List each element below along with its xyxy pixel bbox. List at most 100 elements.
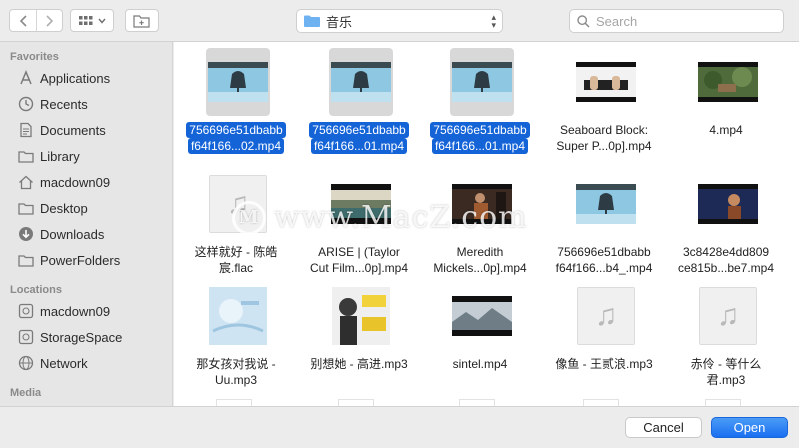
sidebar-item-macdown09-disk[interactable]: macdown09 [0,298,172,324]
file-name-line: Seaboard Block: [559,123,649,137]
file-item[interactable]: ARISE | (Taylor Cut Film...0p].mp4 [299,166,419,286]
back-button[interactable] [10,10,36,31]
locations-heading: Locations [10,284,62,296]
chevron-right-icon [46,14,54,27]
search-field[interactable] [569,9,784,33]
sidebar-item-label: PowerFolders [40,252,121,268]
file-thumbnail [450,48,514,116]
sidebar-item-documents[interactable]: Documents [0,117,172,143]
sidebar-item-label: Desktop [40,200,88,216]
file-name-line: 756696e51dbabb [557,245,651,259]
file-item[interactable]: Seaboard Block: Super P...0p].mp4 [544,44,664,164]
file-thumbnail: ♫ [574,282,638,350]
sidebar-item-downloads[interactable]: Downloads [0,221,172,247]
file-name-line: Cut Film...0p].mp4 [309,261,409,275]
file-name: Seaboard Block: Super P...0p].mp4 [546,122,662,154]
file-item[interactable]: 3c8428e4dd809 ce815b...be7.mp4 [666,166,786,286]
sidebar-item-desktop[interactable]: Desktop [0,195,172,221]
file-item[interactable]: ♫ 这样就好 - 陈皓 宸.flac [176,166,296,286]
folder-icon [17,251,35,269]
document-icon [17,121,35,139]
sidebar-item-home[interactable]: macdown09 [0,169,172,195]
location-popup[interactable]: 音乐 ▴ ▾ [296,9,503,33]
file-thumbnail [574,170,638,238]
disk-icon [17,302,35,320]
sidebar-item-label: Network [40,355,88,371]
video-thumbnail-icon [208,62,268,102]
sidebar-item-label: Recents [40,96,88,112]
footer-bar: Cancel Open [0,406,799,448]
sidebar-item-label: Library [40,148,80,164]
cancel-button[interactable]: Cancel [625,417,702,438]
file-item[interactable]: 756696e51dbabb f64f166...01.mp4 [420,44,540,164]
file-name-line: 这样就好 - 陈皓 [194,245,278,259]
sidebar-item-powerfolders[interactable]: PowerFolders [0,247,172,273]
file-name: 4.mp4 [668,122,784,138]
file-item[interactable]: Meredith Mickels...0p].mp4 [420,166,540,286]
desktop-icon [17,199,35,217]
search-input[interactable] [596,13,776,29]
file-name: 像鱼 - 王贰浪.mp3 [546,356,662,372]
open-button[interactable]: Open [711,417,788,438]
sidebar-item-library[interactable]: Library [0,143,172,169]
updown-arrows-icon: ▴ ▾ [491,12,496,30]
file-item[interactable]: ♫ 赤伶 - 等什么 君.mp3 [666,278,786,398]
file-name: 那女孩对我说 - Uu.mp3 [178,356,294,388]
partial-thumbnail [338,399,374,406]
file-name-line: f64f166...b4_.mp4 [555,261,653,275]
file-name: 756696e51dbabb f64f166...01.mp4 [301,122,417,154]
file-thumbnail: ♫ [696,282,760,350]
music-note-icon: ♫ [209,175,267,233]
file-name-line: ce815b...be7.mp4 [677,261,775,275]
video-thumbnail-icon [452,296,512,336]
file-item[interactable]: 别想她 - 高进.mp3 [299,278,419,398]
file-name-line: 赤伶 - 等什么 [690,357,762,371]
file-item[interactable]: ♫ 像鱼 - 王贰浪.mp3 [544,278,664,398]
file-name-line: 像鱼 - 王贰浪.mp3 [555,357,653,371]
file-name: sintel.mp4 [422,356,538,372]
file-name-line: 4.mp4 [709,123,743,137]
sidebar-item-applications[interactable]: Applications [0,65,172,91]
file-grid: 756696e51dbabb f64f166...02.mp4 756696e51… [174,42,799,406]
sidebar-item-label: macdown09 [40,174,111,190]
chevron-down-icon [97,18,106,24]
file-name-line: 756696e51dbabb [309,122,409,138]
album-cover-icon [332,287,390,345]
clock-icon [17,95,35,113]
file-name-line: 那女孩对我说 - [196,357,276,371]
file-item[interactable]: 756696e51dbabb f64f166...b4_.mp4 [544,166,664,286]
file-thumbnail [329,282,393,350]
sidebar-item-storagespace[interactable]: StorageSpace [0,324,172,350]
media-heading: Media [10,387,42,399]
file-thumbnail [206,282,270,350]
sidebar-item-label: macdown09 [40,303,111,319]
file-item[interactable]: 756696e51dbabb f64f166...02.mp4 [176,44,296,164]
video-thumbnail-icon [452,184,512,224]
file-thumbnail [329,170,393,238]
file-thumbnail [329,48,393,116]
file-item[interactable]: 4.mp4 [666,44,786,164]
file-name-line: Mickels...0p].mp4 [433,261,527,275]
file-thumbnail [574,48,638,116]
file-name: 赤伶 - 等什么 君.mp3 [668,356,784,388]
file-thumbnail [450,282,514,350]
file-item[interactable]: sintel.mp4 [420,278,540,398]
view-mode-button[interactable] [70,9,114,32]
folder-icon [17,147,35,165]
video-thumbnail-icon [331,62,391,102]
video-thumbnail-icon [452,62,512,102]
file-name: 别想她 - 高进.mp3 [301,356,417,372]
video-thumbnail-icon [576,184,636,224]
file-name: 756696e51dbabb f64f166...b4_.mp4 [546,244,662,276]
music-note-icon: ♫ [699,287,757,345]
forward-button[interactable] [36,10,62,31]
new-folder-button[interactable] [125,9,159,32]
sidebar-item-network[interactable]: Network [0,350,172,376]
file-name-line: 别想她 - 高进.mp3 [310,357,408,371]
file-item[interactable]: 756696e51dbabb f64f166...01.mp4 [299,44,419,164]
folder-icon [304,15,320,27]
file-item[interactable]: 那女孩对我说 - Uu.mp3 [176,278,296,398]
sidebar-item-recents[interactable]: Recents [0,91,172,117]
music-note-icon: ♫ [577,287,635,345]
file-name: 3c8428e4dd809 ce815b...be7.mp4 [668,244,784,276]
